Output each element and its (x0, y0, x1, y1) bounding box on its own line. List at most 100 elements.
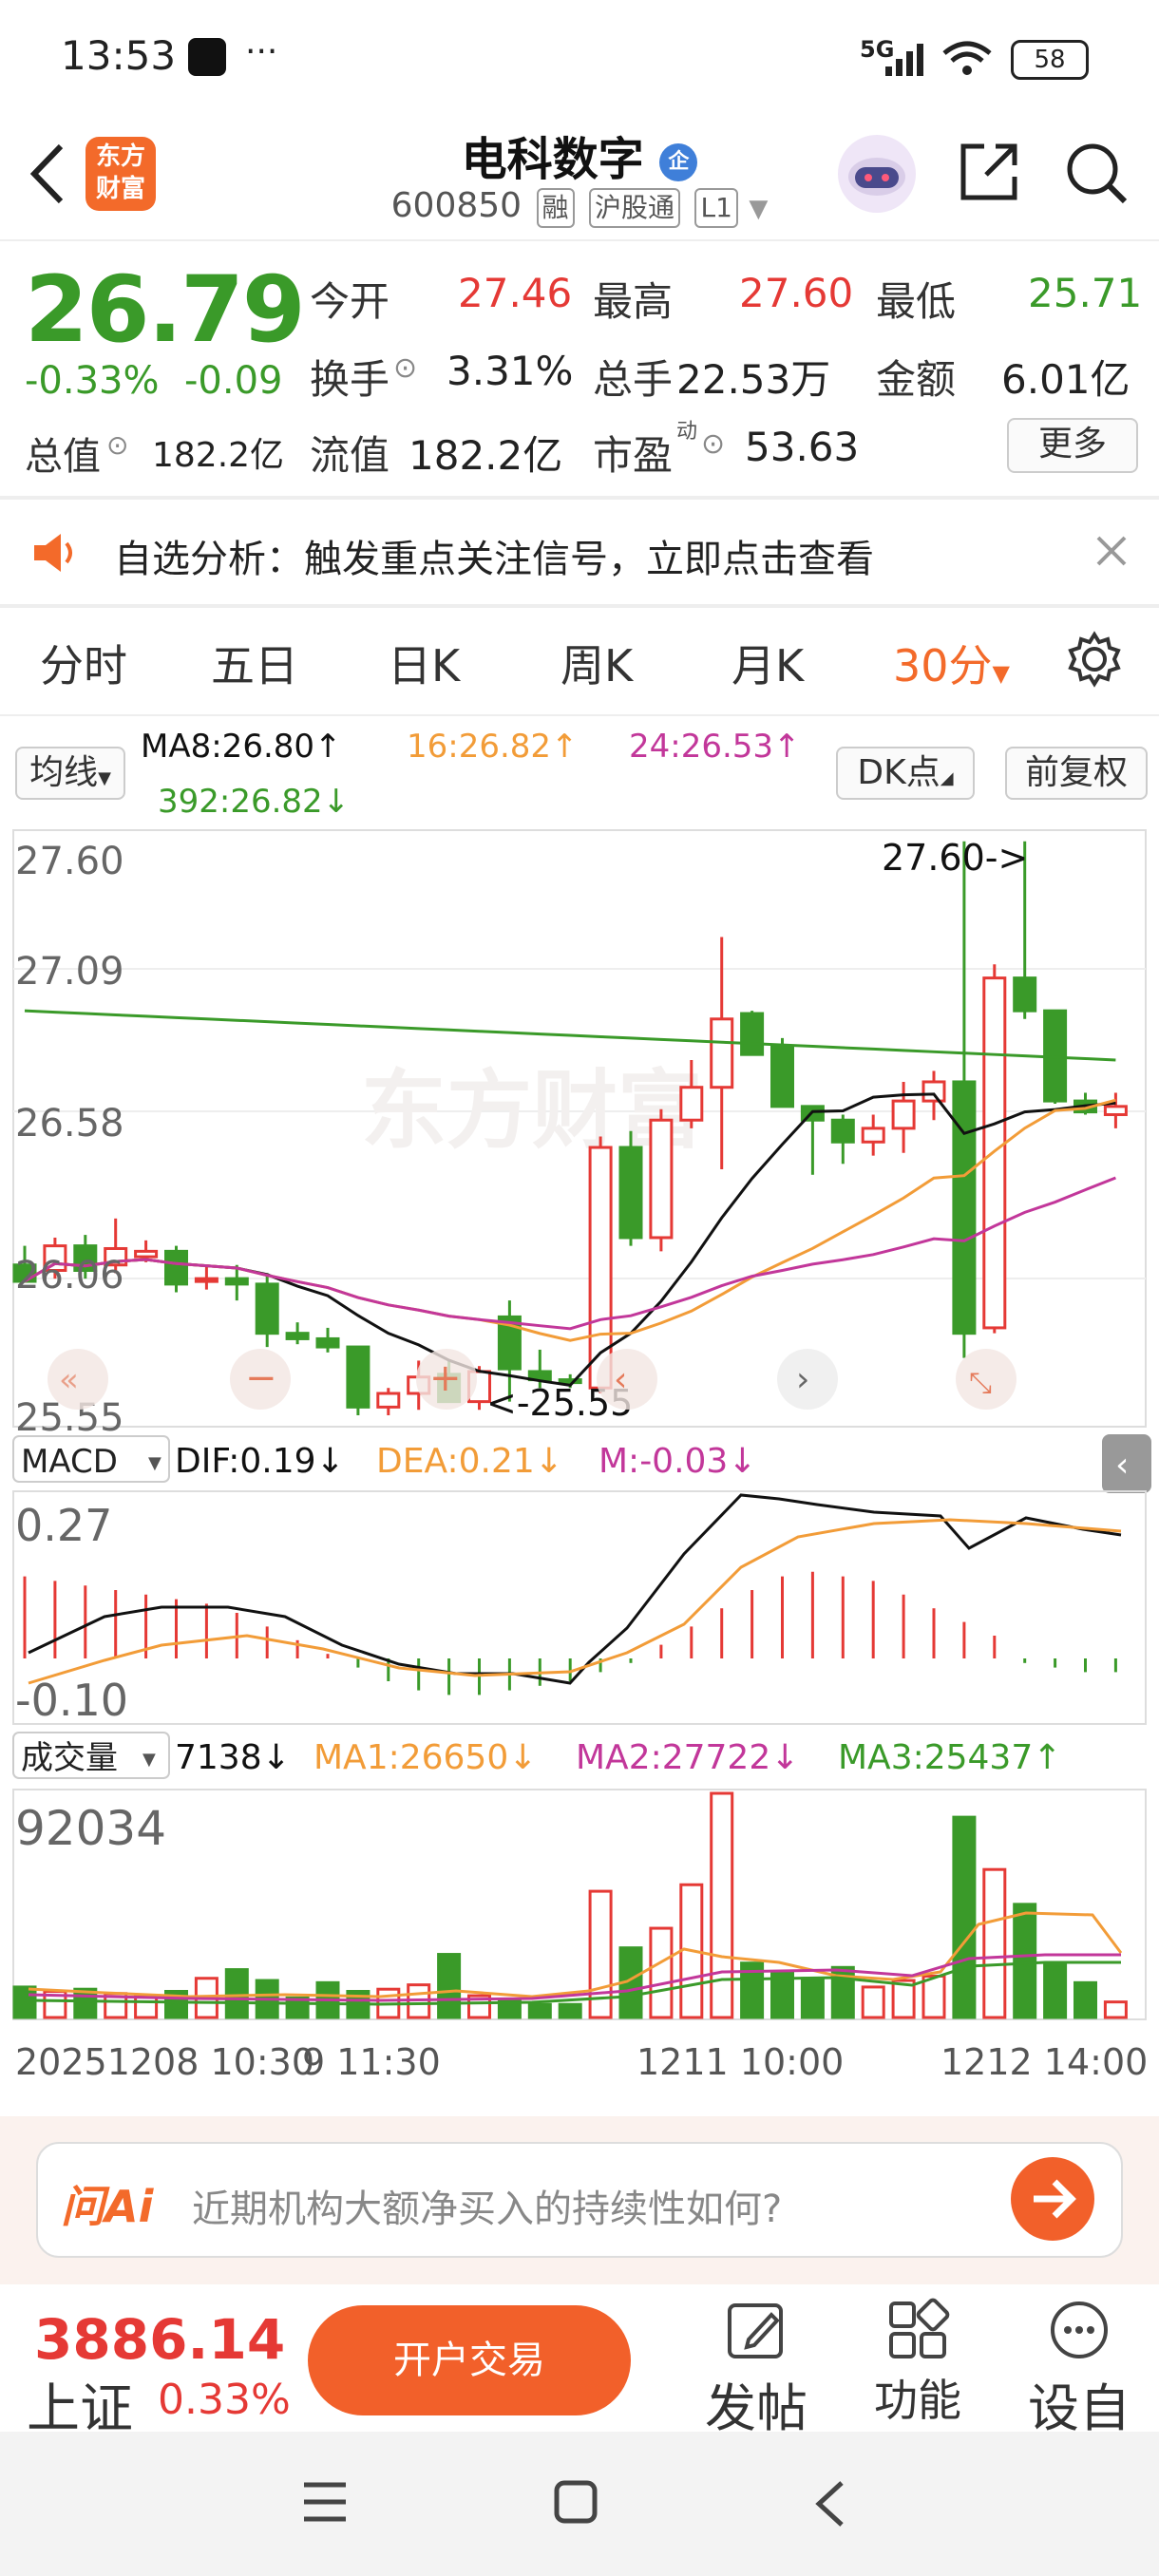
function-label: 功能 (874, 2375, 961, 2426)
volume-bar (437, 1953, 462, 2019)
macd-dif: DIF:0.19↓ (175, 1442, 345, 1481)
tab-five-day[interactable]: 五日 (211, 632, 298, 694)
volume-bar (952, 1815, 977, 2019)
ai-question-text: 近期机构大额净买入的持续性如何? (192, 2188, 783, 2231)
status-bar: 13:53 ··· 5G 58 (0, 0, 1159, 114)
macd-y-top: 0.27 (15, 1500, 112, 1551)
caret-icon: ◢ (940, 768, 954, 788)
pe-label: 市盈 (593, 432, 674, 479)
more-icon (1051, 2301, 1108, 2358)
chevron-left-icon: ‹ (1115, 1446, 1129, 1485)
ai-question-bar[interactable]: 问Ai 近期机构大额净买入的持续性如何? (36, 2142, 1123, 2258)
speaker-icon (32, 532, 82, 578)
tag-margin: 融 (536, 188, 575, 228)
edit-icon (728, 2303, 783, 2358)
candle-body (1013, 976, 1037, 1013)
volume-bar (527, 2002, 552, 2019)
adjust-button[interactable]: 前复权 (1005, 747, 1148, 800)
low-label: 最低 (876, 278, 957, 325)
tab-intraday[interactable]: 分时 (40, 632, 127, 694)
dk-button-label: DK点 (857, 753, 940, 792)
candle-body (1103, 1105, 1128, 1116)
back-nav-icon[interactable] (813, 2479, 847, 2532)
ma392-legend: 392:26.82↓ (158, 783, 351, 821)
mktcap-value: 182.2亿 (152, 436, 285, 475)
volume-bar (800, 1977, 825, 2019)
y-tick-label: 27.09 (15, 950, 124, 994)
arrow-right-icon[interactable] (1011, 2157, 1094, 2241)
tag-connect: 沪股通 (589, 188, 681, 228)
candle-body (164, 1249, 188, 1286)
macd-dea-line (28, 1518, 1122, 1685)
notice-text[interactable]: 自选分析：触发重点关注信号，立即点击查看 (114, 528, 874, 583)
home-icon[interactable] (553, 2479, 598, 2529)
signal-icon (884, 42, 933, 82)
settings-button[interactable]: 设自 (1022, 2298, 1136, 2441)
pe-superscript: 动 (676, 420, 698, 444)
function-button[interactable]: 功能 (861, 2298, 975, 2429)
ai-logo: 问Ai (61, 2181, 154, 2232)
tab-30min[interactable]: 30分▼ (893, 632, 1010, 694)
dk-button[interactable]: DK点◢ (836, 747, 975, 800)
chart-area[interactable]: 东方财富 27.6027.0926.5826.0625.55 27.60-> <… (0, 826, 1159, 2118)
more-button[interactable]: 更多 (1007, 418, 1138, 473)
post-button[interactable]: 发帖 (699, 2298, 813, 2441)
pe-value: 53.63 (745, 424, 860, 470)
turnover-value: 3.31% (446, 348, 574, 394)
candle-body (376, 1392, 401, 1409)
info-icon[interactable]: ⊙ (106, 429, 128, 461)
tab-30min-label: 30分 (893, 640, 993, 691)
volume-bar (649, 1926, 674, 2019)
candle-body (830, 1118, 855, 1144)
wifi-icon (940, 40, 994, 82)
gear-icon[interactable] (1066, 631, 1123, 691)
float-value: 182.2亿 (408, 432, 563, 479)
x-label: 20251208 10:30 (15, 2041, 314, 2083)
candle-body (255, 1282, 279, 1335)
x-label: 1212 14:00 (940, 2041, 1148, 2083)
volume-ma1: MA1:26650↓ (314, 1738, 537, 1777)
tab-daily-k[interactable]: 日K (388, 632, 460, 694)
ma24-legend: 24:26.53↑ (629, 728, 801, 766)
candle-body (346, 1345, 370, 1409)
index-value[interactable]: 3886.14 (34, 2307, 285, 2372)
volume-bar (982, 1867, 1007, 2019)
system-nav-bar (0, 2432, 1159, 2576)
x-label: 1211 10:00 (636, 2041, 844, 2083)
volume-bar (12, 1985, 37, 2019)
trade-button[interactable]: 开户交易 (308, 2305, 631, 2415)
tab-monthly-k[interactable]: 月K (732, 632, 804, 694)
enterprise-badge: 企 (659, 143, 698, 181)
candle-body (618, 1146, 643, 1240)
battery-icon: 58 (1011, 40, 1089, 80)
chevron-down-icon[interactable]: ▼ (749, 195, 768, 223)
menu-icon[interactable] (302, 2481, 348, 2527)
info-icon[interactable]: ⊙ (393, 351, 417, 385)
stock-code: 600850 (390, 186, 522, 225)
open-value: 27.46 (458, 270, 573, 316)
caret-down-icon: ▼ (98, 768, 111, 788)
tiktok-icon (188, 38, 226, 76)
caret-down-icon: ▼ (142, 1750, 156, 1770)
share-icon[interactable] (958, 141, 1020, 207)
info-icon[interactable]: ⊙ (701, 427, 725, 461)
candle-body (891, 1099, 916, 1130)
candle-body (740, 1012, 765, 1056)
kline-y-axis: 27.6027.0926.5826.0625.55 (15, 840, 124, 1440)
index-change: 0.33% (158, 2376, 291, 2424)
search-icon[interactable] (1064, 141, 1129, 209)
close-icon[interactable] (1092, 532, 1130, 574)
stock-name: 电科数字 (461, 133, 644, 186)
open-label: 今开 (310, 278, 390, 325)
volume-bar (1013, 1903, 1037, 2019)
bottom-bar: 3886.14 上证 0.33% 开户交易 发帖 功能 设自 (0, 2284, 1159, 2440)
robot-avatar-icon[interactable] (838, 135, 916, 213)
y-tick-label: 26.58 (15, 1102, 124, 1146)
candle-body (710, 1017, 734, 1089)
volume-title: 成交量 (21, 1739, 118, 1777)
ma-selector[interactable]: 均线▼ (15, 747, 125, 800)
expand-icon: ⤡ (969, 1367, 992, 1400)
volume-ma2: MA2:27722↓ (576, 1738, 799, 1777)
tab-weekly-k[interactable]: 周K (560, 632, 633, 694)
high-label: 最高 (593, 278, 674, 325)
